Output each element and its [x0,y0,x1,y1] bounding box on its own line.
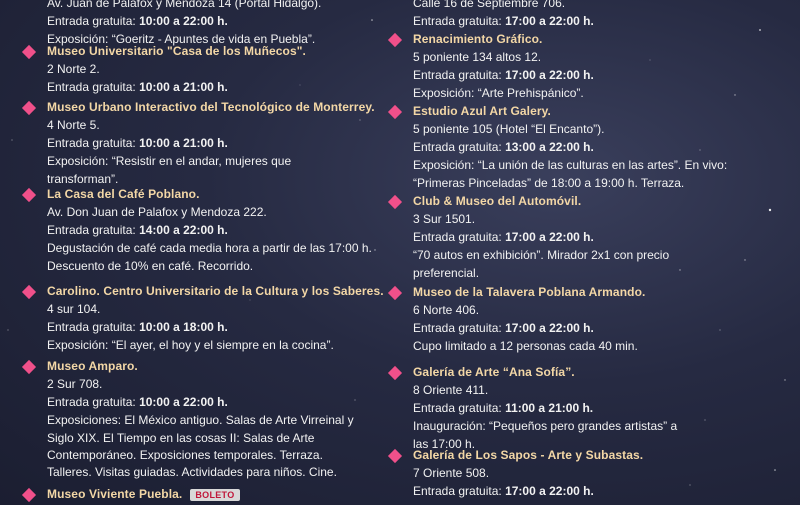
venue-hours: Entrada gratuita: 10:00 a 21:00 h. [47,136,228,151]
venue-description: Exposición: “Arte Prehispánico”. [413,86,584,100]
venue-name: Museo Amparo. [47,359,138,373]
diamond-bullet-icon [387,365,403,381]
venue-address: 6 Norte 406. [413,303,480,317]
venue-description: Descuento de 10% en café. Recorrido. [47,259,254,273]
diamond-bullet-icon [387,448,403,464]
ticket-badge: BOLETO [190,488,240,501]
diamond-bullet-icon [387,285,403,301]
hours-value: 17:00 a 22:00 h. [505,14,594,28]
entry-label: Entrada gratuita: [413,484,506,498]
venue-hours: Entrada gratuita: 17:00 a 22:00 h. [413,484,594,499]
entry-label: Entrada gratuita: [413,321,506,335]
venue-name: La Casa del Café Poblano. [47,187,200,201]
venue-hours: Entrada gratuita: 11:00 a 21:00 h. [413,401,593,416]
venue-hours: Entrada gratuita: 10:00 a 21:00 h. [47,80,228,95]
diamond-bullet-icon [387,32,403,48]
hours-value: 17:00 a 22:00 h. [505,484,594,498]
entry-label: Entrada gratuita: [413,140,506,154]
diamond-bullet-icon [21,100,37,116]
venue-name: Renacimiento Gráfico. [413,32,543,46]
venue-name: Carolino. Centro Universitario de la Cul… [47,284,384,298]
venue-name: Museo Viviente Puebla. BOLETO [47,487,240,501]
entry-label: Entrada gratuita: [47,14,140,28]
diamond-bullet-icon [21,487,37,503]
entry-label: Entrada gratuita: [47,223,140,237]
diamond-bullet-icon [387,104,403,120]
venue-hours: Entrada gratuita: 17:00 a 22:00 h. [413,321,594,336]
hours-value: 11:00 a 21:00 h. [505,401,594,415]
hours-value: 17:00 a 22:00 h. [505,321,594,335]
venue-hours: Entrada gratuita: 10:00 a 22:00 h. [47,395,228,410]
hours-value: 13:00 a 22:00 h. [505,140,594,154]
venue-description: Exposición: “El ayer, el hoy y el siempr… [47,338,334,352]
venue-address: 2 Norte 2. [47,62,100,76]
venue-description: Cupo limitado a 12 personas cada 40 min. [413,339,638,353]
venue-address: 7 Oriente 508. [413,466,490,480]
venue-description: “70 autos en exhibición”. Mirador 2x1 co… [413,248,670,262]
venue-description: Contemporáneo. Exposiciones temporales. … [47,448,323,462]
venue-hours: Entrada gratuita: 10:00 a 18:00 h. [47,320,228,335]
hours-value: 10:00 a 21:00 h. [139,136,228,150]
venue-address: 5 poniente 105 (Hotel “El Encanto”). [413,122,605,136]
entry-label: Entrada gratuita: [47,136,140,150]
venue-description: transforman”. [47,172,119,186]
venue-name: Estudio Azul Art Galery. [413,104,551,118]
venue-description: Siglo XIX. El Tiempo en las cosas II: Sa… [47,431,315,445]
venue-description: Exposición: “La unión de las culturas en… [413,158,728,172]
venue-name: Museo de la Talavera Poblana Armando. [413,285,646,299]
venue-address: 5 poniente 134 altos 12. [413,50,542,64]
venue-name: Galería de Los Sapos - Arte y Subastas. [413,448,644,462]
entry-label: Entrada gratuita: [47,320,140,334]
venue-hours: Entrada gratuita: 14:00 a 22:00 h. [47,223,228,238]
venue-description: Exposiciones: El México antiguo. Salas d… [47,413,354,427]
venue-name: Museo Urbano Interactivo del Tecnológico… [47,100,375,114]
venue-description: Talleres. Visitas guiadas. Actividades p… [47,465,337,479]
venue-address: 3 Sur 1501. [413,212,476,226]
diamond-bullet-icon [21,187,37,203]
venue-name: Museo Universitario "Casa de los Muñecos… [47,44,306,58]
venue-hours: Entrada gratuita: 17:00 a 22:00 h. [413,14,594,29]
hours-value: 17:00 a 22:00 h. [505,68,594,82]
venue-address: 4 Norte 5. [47,118,100,132]
venue-name: Galería de Arte “Ana Sofía”. [413,365,575,379]
venue-hours: Entrada gratuita: 10:00 a 22:00 h. [47,14,228,29]
hours-value: 10:00 a 22:00 h. [139,395,228,409]
venue-hours: Entrada gratuita: 17:00 a 22:00 h. [413,68,594,83]
entry-label: Entrada gratuita: [47,395,140,409]
hours-value: 14:00 a 22:00 h. [139,223,228,237]
hours-value: 10:00 a 18:00 h. [139,320,228,334]
entry-label: Entrada gratuita: [413,14,506,28]
venue-name: Club & Museo del Automóvil. [413,194,582,208]
venue-address: Av. Juan de Palafox y Mendoza 14 (Portal… [47,0,322,10]
diamond-bullet-icon [21,359,37,375]
hours-value: 10:00 a 22:00 h. [139,14,228,28]
diamond-bullet-icon [21,44,37,60]
venue-hours: Entrada gratuita: 13:00 a 22:00 h. [413,140,594,155]
venue-description: Degustación de café cada media hora a pa… [47,241,372,255]
venue-address: 8 Oriente 411. [413,383,489,397]
venue-address: Calle 16 de Septiembre 706. [413,0,566,10]
venue-description: Exposición: “Resistir en el andar, mujer… [47,154,292,168]
venue-address: 2 Sur 708. [47,377,103,391]
venue-description: preferencial. [413,266,480,280]
entry-label: Entrada gratuita: [413,230,506,244]
hours-value: 10:00 a 21:00 h. [139,80,228,94]
venue-address: Av. Don Juan de Palafox y Mendoza 222. [47,205,267,219]
entry-label: Entrada gratuita: [413,68,506,82]
venue-hours: Entrada gratuita: 17:00 a 22:00 h. [413,230,594,245]
venue-address: 4 sur 104. [47,302,101,316]
venue-description: “Primeras Pinceladas” de 18:00 a 19:00 h… [413,176,685,190]
diamond-bullet-icon [387,194,403,210]
entry-label: Entrada gratuita: [47,80,140,94]
diamond-bullet-icon [21,284,37,300]
hours-value: 17:00 a 22:00 h. [505,230,594,244]
venue-description: Inauguración: “Pequeños pero grandes art… [413,419,678,433]
entry-label: Entrada gratuita: [413,401,506,415]
